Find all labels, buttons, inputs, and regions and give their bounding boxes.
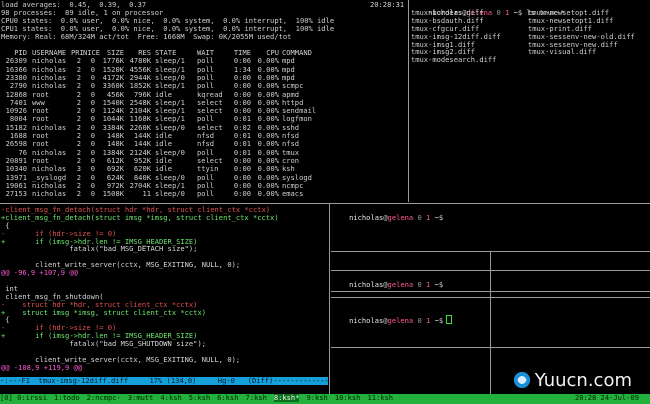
process-cell: 0.00% <box>257 189 279 199</box>
diff-context-line: fatalx("bad MSG_SHUTDOWN size"); <box>1 339 206 349</box>
process-cell: 0 <box>90 164 95 174</box>
prompt-symbol: $ <box>438 315 444 325</box>
tmux-window-tab[interactable]: [0] 0:irssi <box>0 394 47 402</box>
shell-pane-1[interactable]: nicholas@gelena 0 1 ~$ <box>331 204 650 250</box>
process-cell: 0.00% <box>257 164 279 174</box>
process-cell: emacs <box>282 189 304 199</box>
ls-file-entry: tmux-modesearch.diff <box>411 55 497 65</box>
process-cell: 0 <box>90 189 95 199</box>
editor-status-line: -:---F1 tmux-imsg-12diff.diff 17% (134,0… <box>0 376 338 385</box>
prompt-user: nicholas <box>349 315 384 325</box>
process-cell: 1852K <box>129 81 151 91</box>
clock-readout: 20:28:31 <box>370 0 405 9</box>
process-cell: 0.00% <box>257 81 279 91</box>
process-cell: 0:00 <box>233 164 251 174</box>
tmux-window-tab[interactable]: 10:ksh <box>335 394 361 402</box>
ls-pane[interactable]: nicholas@gelena 0 1 ~$ ls tmux-* tmux-bo… <box>410 0 650 202</box>
tmux-window-tab[interactable]: 4:ksh <box>160 394 181 402</box>
prompt-user: nicholas <box>349 212 384 222</box>
prompt-host: gelena <box>387 315 414 325</box>
diff-context-line <box>1 277 279 285</box>
process-cell: 2 <box>76 81 81 91</box>
watermark: Yuucn.com <box>513 371 632 390</box>
shell-prompt-active: nicholas@gelena 0 1 ~$ <box>332 307 453 333</box>
tmux-window-tab[interactable]: 8:ksh* <box>273 394 300 402</box>
prompt-n1: 1 <box>505 7 510 17</box>
process-cell: 620K <box>133 164 151 174</box>
process-cell: nicholas <box>32 189 67 199</box>
process-table: PID USERNAME PRI NICE SIZE RES STATE WAIT TIME CP… <box>3 49 407 201</box>
ls-file-entry: tmux-visual.diff <box>528 47 597 57</box>
vertical-divider-bottom[interactable] <box>490 252 491 394</box>
process-cell: sleep/1 <box>155 81 185 91</box>
prompt-n1: 1 <box>426 315 431 325</box>
process-cell: 3360K <box>102 81 124 91</box>
tmux-window-tab[interactable]: 11:ksh <box>367 394 393 402</box>
ls-column-2: tmux-newsetopt.diff tmux-newsetopt1.diff t… <box>528 9 635 56</box>
prompt-n1: 1 <box>426 212 431 222</box>
tmux-window-tab[interactable]: 9:ksh <box>306 394 327 402</box>
prompt-symbol: $ <box>517 7 523 17</box>
process-cell: 27153 <box>5 189 27 199</box>
tmux-window-tab[interactable]: 2:ncmpc- <box>87 394 121 402</box>
tmux-window-tab[interactable]: 1:todo <box>54 394 80 402</box>
diff-editor-pane[interactable]: -client_msg_fn_detach(struct hdr *hdr, s… <box>0 204 328 377</box>
process-cell: scmpc <box>282 81 304 91</box>
process-cell: 10340 <box>5 164 27 174</box>
prompt-n1: 1 <box>426 279 431 289</box>
tmux-window-list: [0] 0:irssi 1:todo 2:ncmpc- 3:mutt 4:ksh 5:ks… <box>0 394 400 402</box>
process-cell: poll <box>197 81 215 91</box>
prompt-n0: 0 <box>417 212 422 222</box>
diff-context-line: fatalx("bad MSG_DETACH size"); <box>1 244 198 254</box>
terminal-cursor <box>446 314 453 324</box>
watermark-text: Yuucn.com <box>534 370 632 391</box>
process-cell: 0:00 <box>233 81 251 91</box>
process-cell: 692K <box>106 164 124 174</box>
process-cell: 1508K <box>102 189 124 199</box>
process-cell: ttyin <box>197 164 219 174</box>
prompt-host: gelena <box>387 279 414 289</box>
memory-line: Memory: Real: 68M/324M act/tot Free: 166… <box>1 32 292 41</box>
diff-content: -client_msg_fn_detach(struct hdr *hdr, s… <box>1 206 279 372</box>
vertical-divider-left[interactable] <box>329 204 330 394</box>
ls-column-1: tmux-borders.diff tmux-bsdauth.diff tmux-c… <box>411 9 501 64</box>
process-cell: nicholas <box>32 164 67 174</box>
diff-hunk-header: @@ -108,9 +119,9 @@ <box>1 362 83 372</box>
process-cell: ksh <box>282 164 295 174</box>
diff-hunk-header: @@ -96,9 +107,9 @@ <box>1 268 78 278</box>
prompt-symbol: $ <box>438 279 444 289</box>
prompt-symbol: $ <box>438 212 444 222</box>
process-cell: 0 <box>90 81 95 91</box>
process-cell: idle <box>155 164 173 174</box>
tmux-clock: 20:28 24-Jul-09 <box>574 394 639 402</box>
process-cell: 2 <box>76 189 81 199</box>
process-cell: nicholas <box>32 81 67 91</box>
diff-added-line: + struct imsg *imsg, struct client_ctx *… <box>1 307 206 317</box>
tmux-window-tab[interactable]: 6:ksh <box>217 394 238 402</box>
prompt-host: gelena <box>387 212 414 222</box>
tmux-status-bar: [0] 0:irssi 1:todo 2:ncmpc- 3:mutt 4:ksh 5:ks… <box>0 394 650 404</box>
process-cell: 2790 <box>9 81 27 91</box>
prompt-n0: 0 <box>417 315 422 325</box>
top-pane[interactable]: load averages: 0.45, 0.39, 0.37 20:28:31… <box>0 0 407 202</box>
tmux-window-tab[interactable]: 3:mutt <box>128 394 154 402</box>
process-cell: 11 <box>142 189 151 199</box>
process-cell: poll <box>197 189 215 199</box>
vertical-divider-top[interactable] <box>408 0 409 202</box>
process-cell: sleep/0 <box>155 189 185 199</box>
shell-prompt-2: nicholas@gelena 0 1 ~$ <box>332 273 443 290</box>
tmux-window-tab[interactable]: 5:ksh <box>189 394 210 402</box>
process-cell: 0:00 <box>233 189 251 199</box>
prompt-user: nicholas <box>349 279 384 289</box>
tmux-window-tab[interactable]: 7:ksh <box>245 394 266 402</box>
diff-added-line: +client_msg_fn_detach(struct imsg *imsg,… <box>1 212 279 222</box>
shell-prompt-1: nicholas@gelena 0 1 ~$ <box>332 206 443 230</box>
process-cell: 3 <box>76 164 81 174</box>
yuucn-logo-icon <box>513 371 530 389</box>
prompt-n0: 0 <box>417 279 422 289</box>
